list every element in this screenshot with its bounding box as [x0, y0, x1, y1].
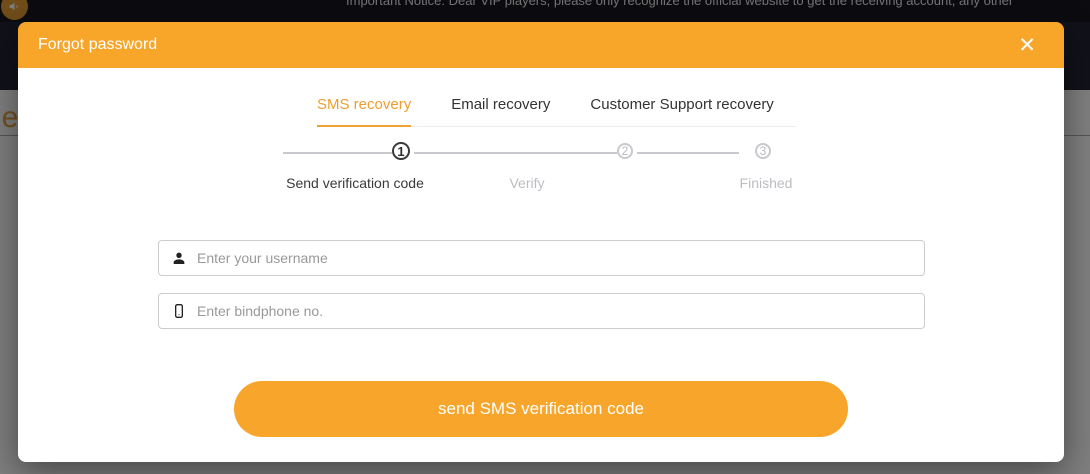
- stepper-track-segment: [637, 152, 739, 154]
- screen: Register Important Notice: Dear VIP play…: [0, 0, 1090, 474]
- stepper-track-segment: [283, 152, 392, 154]
- bindphone-input[interactable]: [197, 303, 912, 319]
- send-sms-code-button[interactable]: send SMS verification code: [234, 381, 848, 437]
- tab-email-recovery[interactable]: Email recovery: [451, 96, 550, 126]
- tab-customer-support-recovery[interactable]: Customer Support recovery: [590, 96, 773, 126]
- step-2-circle: 2: [617, 143, 633, 159]
- stepper-track-segment: [414, 152, 617, 154]
- modal-header: Forgot password ✕: [18, 22, 1064, 68]
- step-1-label: Send verification code: [286, 175, 424, 191]
- recovery-tabs: SMS recovery Email recovery Customer Sup…: [317, 96, 796, 127]
- forgot-password-modal: Forgot password ✕ SMS recovery Email rec…: [18, 22, 1064, 462]
- step-3-label: Finished: [739, 175, 793, 191]
- step-1-circle: 1: [392, 142, 410, 160]
- username-field-wrapper: [158, 240, 925, 276]
- phone-field-wrapper: [158, 293, 925, 329]
- tab-sms-recovery[interactable]: SMS recovery: [317, 96, 412, 127]
- close-icon[interactable]: ✕: [1010, 33, 1044, 58]
- person-icon: [173, 252, 185, 264]
- step-2-label: Verify: [509, 175, 545, 191]
- modal-body: SMS recovery Email recovery Customer Sup…: [18, 68, 1064, 462]
- modal-title: Forgot password: [38, 36, 158, 53]
- mobile-phone-icon: [175, 304, 183, 318]
- step-3-circle: 3: [755, 143, 771, 159]
- username-input[interactable]: [197, 250, 912, 266]
